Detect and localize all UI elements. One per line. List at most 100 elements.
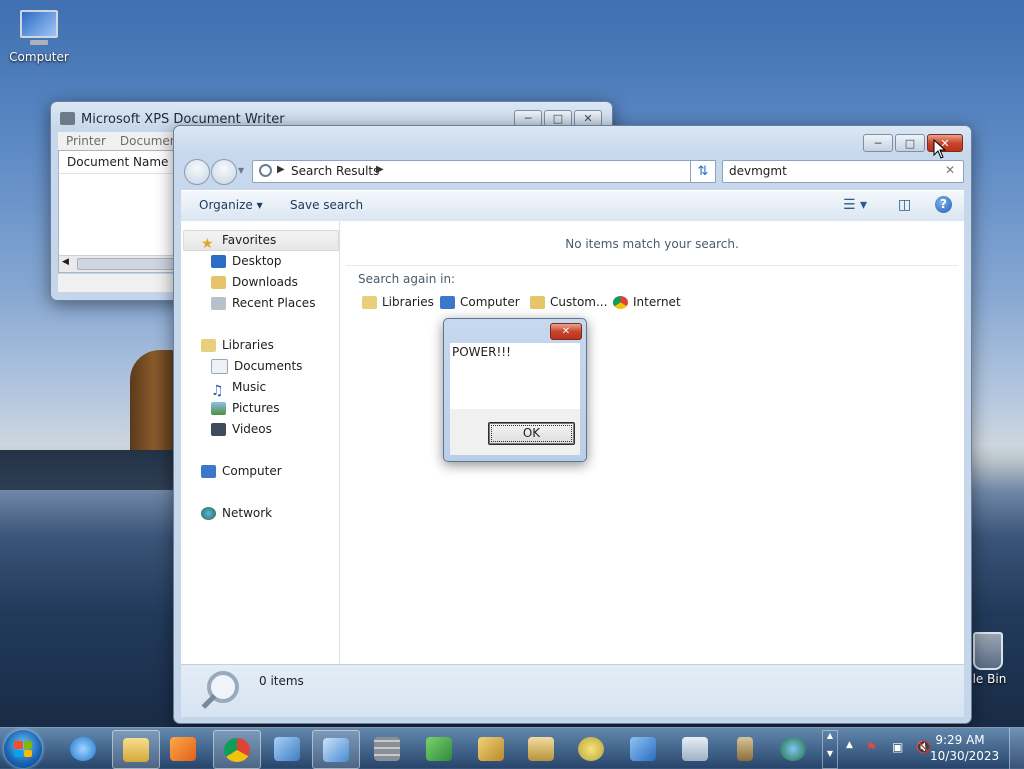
desktop-icon-computer[interactable]: Computer — [6, 10, 72, 64]
key-icon — [478, 736, 504, 761]
clock-date: 10/30/2023 — [930, 749, 1000, 763]
firewall-icon — [374, 736, 400, 761]
music-icon: ♫ — [211, 382, 224, 399]
volume-muted-icon[interactable]: 🔇 — [916, 740, 931, 754]
desktop-icon-recycle-bin[interactable]: cle Bin — [966, 632, 1024, 686]
search-again-custom[interactable]: Custom... — [530, 295, 607, 309]
wallpaper-shore — [0, 450, 180, 490]
nav-desktop[interactable]: Desktop — [211, 251, 282, 271]
nav-network[interactable]: Network — [201, 503, 272, 523]
desktop-icon-label: cle Bin — [966, 672, 1007, 686]
nav-documents[interactable]: Documents — [211, 356, 302, 376]
menu-printer[interactable]: Printer — [66, 132, 106, 150]
nav-recent-places[interactable]: Recent Places — [211, 293, 315, 313]
drive-icon — [528, 736, 554, 761]
libraries-icon — [362, 295, 377, 309]
nav-music[interactable]: ♫ Music — [211, 377, 266, 399]
back-button[interactable] — [184, 159, 210, 185]
taskbar-control-panel[interactable] — [312, 730, 360, 769]
star-icon: ★ — [201, 235, 214, 252]
organize-button[interactable]: Organize ▾ — [199, 198, 263, 212]
start-button[interactable] — [4, 730, 42, 768]
minimize-button[interactable]: ─ — [863, 134, 893, 152]
divider — [346, 265, 958, 266]
breadcrumb-search-results[interactable]: Search Results — [291, 164, 379, 178]
computer-icon — [201, 464, 216, 478]
save-search-button[interactable]: Save search — [290, 198, 363, 212]
action-center-flag-icon[interactable]: ⚑ — [866, 740, 877, 754]
recent-places-icon — [211, 296, 226, 310]
navigation-pane: ★ Favorites Desktop Downloads Recent Pla… — [181, 221, 340, 664]
taskbar-drives[interactable] — [518, 730, 564, 767]
clock-time: 9:29 AM — [935, 733, 985, 747]
chrome-icon — [613, 295, 628, 309]
nav-downloads[interactable]: Downloads — [211, 272, 298, 292]
breadcrumb-chevron-icon[interactable]: ▶ — [376, 164, 384, 175]
taskbar-recycle-tool[interactable] — [416, 730, 462, 767]
scroll-left-icon[interactable]: ◀ — [62, 257, 69, 267]
dialog-close-button[interactable]: ✕ — [550, 323, 582, 340]
chrome-icon — [224, 737, 250, 762]
mouse-cursor — [933, 138, 947, 162]
pictures-icon — [211, 401, 226, 415]
device-icon — [737, 736, 753, 761]
details-pane: 0 items — [181, 664, 964, 717]
show-desktop-button[interactable] — [1009, 728, 1024, 769]
computer-icon — [440, 295, 455, 309]
taskbar-task-scheduler[interactable] — [672, 730, 718, 767]
recent-pages-chevron-icon[interactable]: ▼ — [238, 166, 244, 175]
folder-icon — [123, 737, 149, 762]
taskbar-network[interactable] — [770, 730, 816, 767]
taskbar-security[interactable] — [468, 730, 514, 767]
search-again-internet[interactable]: Internet — [613, 295, 681, 309]
search-input[interactable]: devmgmt — [729, 164, 787, 178]
search-again-computer[interactable]: Computer — [440, 295, 520, 309]
command-bar: Organize ▾ Save search ☰ ▾ ◫ ? — [181, 190, 964, 222]
show-hidden-icons-chevron-icon[interactable]: ▲ — [846, 740, 853, 750]
taskbar-computer[interactable] — [620, 730, 666, 767]
taskbar-chrome[interactable] — [213, 730, 261, 769]
taskbar-internet-explorer[interactable] — [60, 730, 106, 767]
nav-pictures[interactable]: Pictures — [211, 398, 280, 418]
disc-icon — [578, 736, 604, 761]
clear-search-icon[interactable]: ✕ — [945, 163, 955, 177]
ok-button[interactable]: OK — [488, 422, 575, 445]
address-bar[interactable]: ▶ Search Results ▶ ▼ — [252, 160, 716, 183]
taskbar-scroll[interactable]: ▲ ▼ — [822, 730, 838, 769]
taskbar-firewall[interactable] — [364, 730, 410, 767]
recycle-tool-icon — [426, 736, 452, 761]
scroll-thumb[interactable] — [77, 258, 179, 270]
message-dialog[interactable]: ✕ POWER!!! OK — [443, 318, 587, 462]
nav-computer[interactable]: Computer — [201, 461, 282, 481]
windows-logo-icon — [14, 741, 32, 757]
refresh-button[interactable]: ⇅ — [690, 160, 716, 183]
clock[interactable]: 9:29 AM 10/30/2023 — [930, 732, 1000, 764]
desktop-icon — [211, 254, 226, 268]
search-again-label: Search again in: — [358, 272, 456, 286]
nav-libraries[interactable]: Libraries — [201, 335, 274, 355]
taskbar-media-center[interactable] — [568, 730, 614, 767]
magnifier-handle — [201, 694, 217, 709]
breadcrumb-chevron-icon[interactable]: ▶ — [277, 164, 285, 175]
nav-videos[interactable]: Videos — [211, 419, 272, 439]
help-icon[interactable]: ? — [935, 196, 952, 213]
taskbar-media-player[interactable] — [160, 730, 206, 767]
notification-area: ▲ ⚑ ▣ 🔇 — [842, 731, 942, 765]
nav-favorites[interactable]: ★ Favorites — [201, 230, 276, 252]
maximize-button[interactable]: □ — [895, 134, 925, 152]
search-again-libraries[interactable]: Libraries — [362, 295, 434, 309]
taskbar-device[interactable] — [722, 730, 768, 767]
preview-pane-icon[interactable]: ◫ — [898, 197, 911, 213]
computer-icon — [630, 736, 656, 761]
network-tray-icon[interactable]: ▣ — [892, 740, 903, 754]
forward-button[interactable] — [211, 159, 237, 185]
taskbar-windows-explorer[interactable] — [112, 730, 160, 769]
network-icon — [201, 506, 216, 520]
view-options-icon[interactable]: ☰ ▾ — [843, 197, 867, 213]
calendar-icon — [682, 736, 708, 761]
media-player-icon — [170, 736, 196, 761]
search-icon — [259, 164, 272, 177]
results-pane[interactable]: No items match your search. Search again… — [340, 221, 964, 664]
taskbar-remote-desktop[interactable] — [264, 730, 310, 767]
search-box[interactable]: devmgmt ✕ — [722, 160, 964, 183]
